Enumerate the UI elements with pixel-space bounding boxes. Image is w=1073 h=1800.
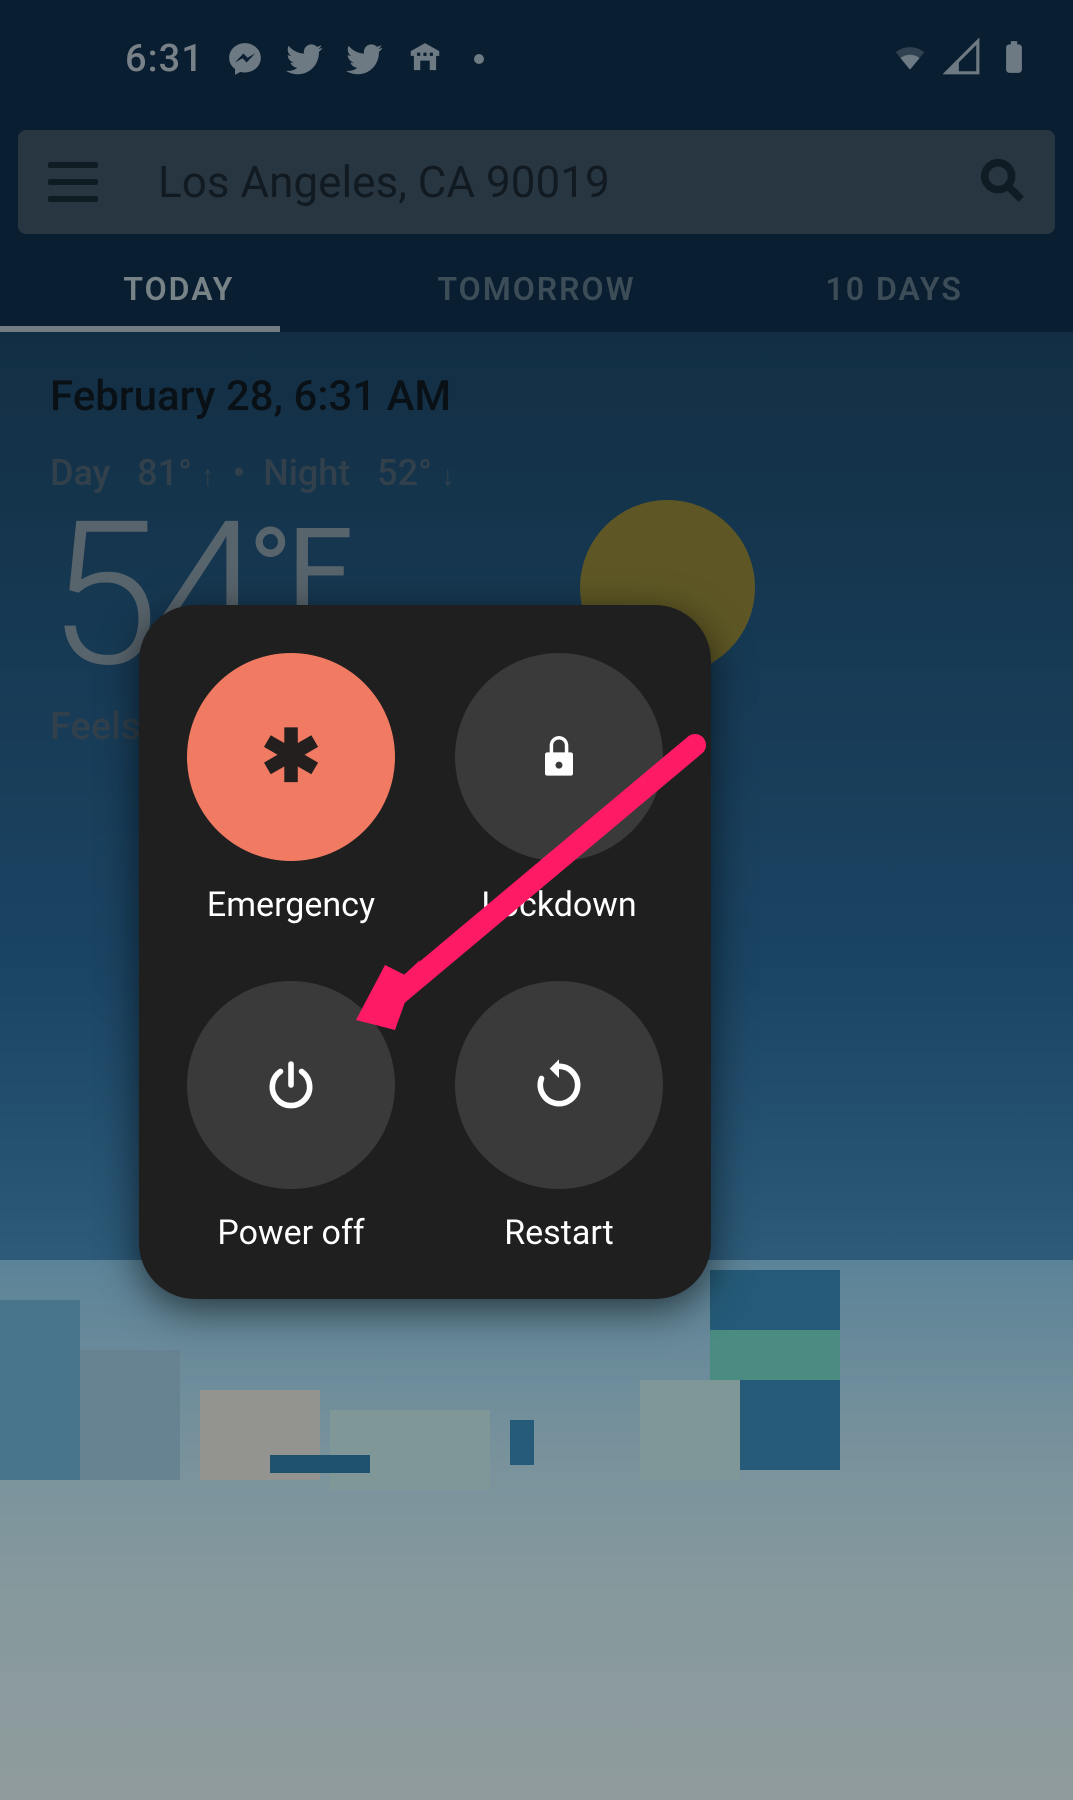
restart-icon: [531, 1057, 587, 1113]
power-icon: [263, 1057, 319, 1113]
power-menu: ✱ Emergency Lockdown Power off Restart: [139, 605, 711, 1299]
emergency-asterisk-icon: ✱: [261, 721, 321, 793]
power-off-button[interactable]: [187, 981, 395, 1189]
power-menu-item-restart: Restart: [451, 981, 667, 1259]
power-menu-item-lockdown: Lockdown: [451, 653, 667, 931]
restart-button[interactable]: [455, 981, 663, 1189]
emergency-button[interactable]: ✱: [187, 653, 395, 861]
restart-label: Restart: [504, 1213, 614, 1253]
power-menu-item-emergency: ✱ Emergency: [183, 653, 399, 931]
lock-icon: [531, 729, 587, 785]
power-menu-item-power-off: Power off: [183, 981, 399, 1259]
lockdown-label: Lockdown: [481, 885, 636, 925]
emergency-label: Emergency: [207, 885, 375, 925]
lockdown-button[interactable]: [455, 653, 663, 861]
power-off-label: Power off: [217, 1213, 364, 1253]
